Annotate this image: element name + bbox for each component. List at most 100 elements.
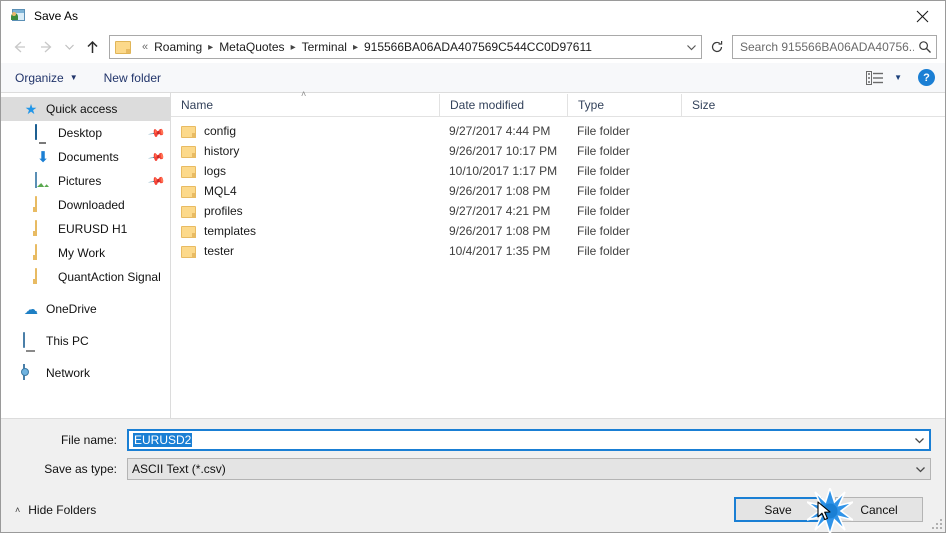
file-name: templates (204, 224, 257, 238)
up-arrow-icon[interactable] (79, 34, 105, 60)
column-label: Type (578, 97, 605, 112)
table-row[interactable]: config 9/27/2017 4:44 PM File folder (171, 121, 945, 141)
breadcrumb-chevron-0[interactable]: ▸ (202, 42, 219, 53)
table-row[interactable]: tester 10/4/2017 1:35 PM File folder (171, 241, 945, 261)
sidebar-item-eurusd-h1[interactable]: EURUSD H1 (1, 217, 170, 241)
sidebar-item-desktop[interactable]: Desktop 📌 (1, 121, 170, 145)
table-row[interactable]: templates 9/26/2017 1:08 PM File folder (171, 221, 945, 241)
cancel-button[interactable]: Cancel (835, 497, 923, 522)
chevron-down-icon[interactable] (910, 466, 930, 473)
table-row[interactable]: profiles 9/27/2017 4:21 PM File folder (171, 201, 945, 221)
breadcrumb-item-3[interactable]: 915566BA06ADA407569C544CC0D97611 (364, 40, 592, 54)
folder-icon (181, 206, 196, 218)
file-name: tester (204, 244, 235, 258)
sidebar-item-label: This PC (46, 334, 89, 348)
save-button[interactable]: Save (734, 497, 822, 522)
help-icon[interactable]: ? (918, 69, 935, 86)
sidebar-item-documents[interactable]: ⬇ Documents 📌 (1, 145, 170, 169)
column-label: Size (692, 97, 716, 112)
chevron-down-icon: ▼ (69, 73, 78, 82)
sidebar-item-quantaction-signal[interactable]: QuantAction Signal (1, 265, 170, 289)
pin-icon[interactable]: 📌 (148, 148, 167, 167)
breadcrumb-overflow[interactable]: « (136, 41, 154, 53)
down-arrow-icon: ⬇ (36, 148, 50, 166)
organize-label: Organize (15, 70, 64, 85)
sidebar-item-label: Pictures (58, 174, 102, 188)
table-row[interactable]: logs 10/10/2017 1:17 PM File folder (171, 161, 945, 181)
cloud-icon: ☁ (24, 301, 38, 317)
sidebar-item-my-work[interactable]: My Work (1, 241, 170, 265)
address-bar[interactable]: « Roaming ▸ MetaQuotes ▸ Terminal ▸ 9155… (109, 35, 702, 59)
sidebar-item-network[interactable]: Network (1, 361, 170, 385)
button-bar: ˄ Hide Folders Save Cancel (1, 493, 945, 532)
search-icon[interactable] (914, 40, 936, 54)
file-name: config (204, 124, 237, 138)
file-date: 10/10/2017 1:17 PM (449, 164, 558, 178)
star-icon: ★ (24, 101, 38, 117)
sort-ascending-icon: ˄ (301, 88, 307, 99)
file-type: File folder (577, 224, 630, 238)
column-header-date-modified[interactable]: Date modified (439, 93, 567, 116)
recent-locations-chevron-down-icon[interactable] (59, 34, 79, 60)
sidebar-item-label: Desktop (58, 126, 103, 140)
save-as-window-icon (10, 8, 26, 24)
title-bar: Save As (1, 1, 945, 31)
close-icon[interactable] (899, 1, 945, 31)
new-folder-button[interactable]: New folder (104, 71, 161, 85)
sidebar-item-this-pc[interactable]: This PC (1, 329, 170, 353)
sidebar-item-label: Downloaded (58, 198, 125, 212)
save-label: Save (764, 502, 792, 517)
sidebar-item-label: Documents (58, 150, 119, 164)
list-view-icon[interactable] (864, 69, 886, 87)
view-chevron-down-icon[interactable]: ▼ (894, 73, 902, 82)
sidebar-item-quick-access[interactable]: ★ Quick access (1, 97, 170, 121)
table-row[interactable]: history 9/26/2017 10:17 PM File folder (171, 141, 945, 161)
file-date: 9/27/2017 4:21 PM (449, 204, 551, 218)
search-input[interactable]: Search 915566BA06ADA40756... (732, 35, 937, 59)
network-icon (23, 364, 39, 381)
file-name-label: File name: (60, 433, 117, 447)
folder-icon (181, 226, 196, 238)
organize-button[interactable]: Organize ▼ (15, 71, 78, 85)
breadcrumb-item-2[interactable]: Terminal (302, 40, 347, 54)
save-as-type-select[interactable]: ASCII Text (*.csv) (127, 458, 931, 480)
sidebar-item-downloaded[interactable]: Downloaded (1, 193, 170, 217)
column-header-type[interactable]: Type (567, 93, 681, 116)
folder-icon (35, 196, 51, 213)
save-form: File name: EURUSD2 Save as type: ASCII T… (1, 418, 945, 493)
file-date: 9/26/2017 10:17 PM (449, 144, 558, 158)
folder-icon (181, 186, 196, 198)
pin-icon[interactable]: 📌 (148, 172, 167, 191)
refresh-icon[interactable] (706, 36, 728, 58)
forward-arrow-icon[interactable] (33, 34, 59, 60)
breadcrumb-item-1[interactable]: MetaQuotes (219, 40, 284, 54)
save-as-dialog: Save As « Roaming ▸ MetaQuotes ▸ Termina… (0, 0, 946, 537)
folder-icon (115, 40, 131, 54)
folder-icon (35, 244, 51, 261)
file-name-row: File name: EURUSD2 (15, 429, 931, 451)
column-header-name[interactable]: Name ˄ (171, 89, 439, 116)
column-header-size[interactable]: Size (681, 93, 761, 116)
sidebar-item-onedrive[interactable]: ☁ OneDrive (1, 297, 170, 321)
breadcrumb-chevron-1[interactable]: ▸ (285, 42, 302, 53)
chevron-down-icon[interactable] (909, 437, 929, 444)
table-row[interactable]: MQL4 9/26/2017 1:08 PM File folder (171, 181, 945, 201)
folder-icon (181, 166, 196, 178)
sidebar-item-label: Quick access (46, 102, 118, 116)
address-chevron-down-icon[interactable] (681, 36, 701, 58)
breadcrumb-item-0[interactable]: Roaming (154, 40, 202, 54)
breadcrumb-chevron-2[interactable]: ▸ (347, 42, 364, 53)
sidebar-item-pictures[interactable]: Pictures 📌 (1, 169, 170, 193)
back-arrow-icon[interactable] (7, 34, 33, 60)
file-type: File folder (577, 184, 630, 198)
sidebar-item-label: Network (46, 366, 91, 380)
file-name-cell: config (171, 124, 439, 138)
file-name-input[interactable]: EURUSD2 (127, 429, 931, 451)
resize-grip[interactable] (930, 517, 942, 529)
window-title: Save As (34, 9, 79, 23)
hide-folders-button[interactable]: ˄ Hide Folders (15, 503, 96, 517)
pictures-icon (35, 172, 51, 189)
pin-icon[interactable]: 📌 (148, 124, 167, 143)
file-name: MQL4 (204, 184, 237, 198)
